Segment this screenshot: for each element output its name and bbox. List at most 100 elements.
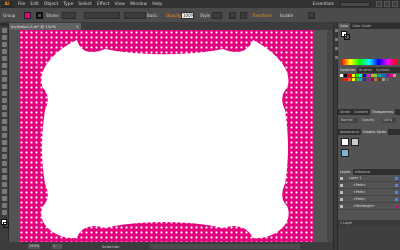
visibility-eye-icon[interactable] (340, 183, 343, 187)
artboard-tool-icon[interactable] (2, 189, 7, 194)
close-icon[interactable]: × (76, 23, 79, 30)
invitation-frame[interactable] (19, 30, 314, 242)
line-tool-icon[interactable] (2, 63, 7, 68)
swatch-chip[interactable] (385, 78, 389, 82)
brush-dropdown[interactable] (124, 12, 146, 19)
swatch-chip[interactable] (351, 78, 355, 82)
transform-link[interactable]: Transform (252, 12, 272, 19)
document-setup-button[interactable] (229, 12, 236, 19)
slice-tool-icon[interactable] (2, 196, 7, 201)
layer-row[interactable]: <Path> (338, 182, 400, 189)
pencil-tool-icon[interactable] (2, 84, 7, 89)
mesh-tool-icon[interactable] (2, 147, 7, 152)
swatch-chip[interactable] (355, 78, 359, 82)
symbol-sprayer-tool-icon[interactable] (2, 175, 7, 180)
swatch-chip[interactable] (359, 74, 363, 78)
width-tool-icon[interactable] (2, 119, 7, 124)
swatch-chip[interactable] (370, 74, 374, 78)
swatch-chip[interactable] (370, 78, 374, 82)
type-tool-icon[interactable] (2, 56, 7, 61)
swatch-chip[interactable] (355, 74, 359, 78)
horizontal-scrollbar[interactable] (149, 243, 300, 249)
minimize-button[interactable] (376, 1, 382, 7)
gradient-tool-icon[interactable] (2, 154, 7, 159)
blend-tool-icon[interactable] (2, 168, 7, 173)
menu-object[interactable]: Object (44, 2, 58, 7)
eyedropper-tool-icon[interactable] (2, 161, 7, 166)
menu-window[interactable]: Window (130, 2, 147, 7)
swatch-chip[interactable] (366, 74, 370, 78)
hand-tool-icon[interactable] (2, 203, 7, 208)
isolate-group-button[interactable]: Isolate (280, 12, 293, 19)
align-button[interactable] (240, 12, 247, 19)
rectangle-tool-icon[interactable] (2, 70, 7, 75)
variable-width-dropdown[interactable] (84, 12, 120, 19)
visibility-eye-icon[interactable] (340, 204, 343, 208)
swatch-chip[interactable] (347, 78, 351, 82)
free-transform-tool-icon[interactable] (2, 126, 7, 131)
perspective-grid-tool-icon[interactable] (2, 140, 7, 145)
layer-row[interactable]: <Path> (338, 196, 400, 203)
menu-view[interactable]: View (114, 2, 124, 7)
layer-row[interactable]: <Path> (338, 189, 400, 196)
stroke-weight-dropdown[interactable] (62, 12, 76, 19)
swatch-chip[interactable] (347, 74, 351, 78)
swatch-chip[interactable] (374, 78, 378, 82)
search-input[interactable] (340, 1, 370, 7)
magic-wand-tool-icon[interactable] (2, 42, 7, 47)
swatch-chip[interactable] (389, 74, 393, 78)
swatch-chip[interactable] (363, 74, 367, 78)
opacity-label[interactable]: Opacity (166, 12, 181, 19)
swatch-chip[interactable] (374, 74, 378, 78)
fill-swatch[interactable] (24, 12, 31, 19)
menu-file[interactable]: File (18, 2, 25, 7)
swatch-chip[interactable] (378, 74, 382, 78)
scale-tool-icon[interactable] (2, 112, 7, 117)
zoom-level-field[interactable]: 150% (28, 243, 40, 249)
control-bar-menu-button[interactable] (308, 12, 315, 19)
menu-help[interactable]: Help (152, 2, 162, 7)
workspace-switcher[interactable]: Essentials (312, 2, 334, 7)
layer-row[interactable]: Layer 1 (338, 175, 400, 182)
blend-mode-dropdown[interactable]: Normal (340, 118, 358, 123)
blob-brush-tool-icon[interactable] (2, 91, 7, 96)
maximize-button[interactable] (384, 1, 390, 7)
menu-select[interactable]: Select (78, 2, 92, 7)
swatch-chip[interactable] (344, 74, 348, 78)
style-dropdown[interactable] (212, 12, 222, 19)
swatch-chip[interactable] (351, 74, 355, 78)
visibility-eye-icon[interactable] (340, 197, 343, 201)
selection-tool-icon[interactable] (2, 28, 7, 33)
swatch-chip[interactable] (393, 74, 397, 78)
direct-selection-tool-icon[interactable] (2, 35, 7, 40)
artboard[interactable] (19, 30, 314, 242)
canvas-area[interactable] (9, 30, 333, 242)
visibility-eye-icon[interactable] (340, 176, 343, 180)
current-tool-status[interactable]: Selection (102, 244, 120, 249)
swatch-chip[interactable] (366, 78, 370, 82)
swatch-chip[interactable] (381, 78, 385, 82)
swatch-chip[interactable] (385, 74, 389, 78)
layer-row[interactable]: <Rectangle> (338, 203, 400, 210)
swatch-chip[interactable] (363, 78, 367, 82)
graphic-style-2[interactable] (351, 138, 359, 146)
swatch-chip[interactable] (344, 78, 348, 82)
swatch-chip[interactable] (378, 78, 382, 82)
zoom-tool-icon[interactable] (2, 210, 7, 215)
opacity-field[interactable]: 100% (181, 12, 194, 19)
color-panel-stroke-swatch[interactable] (344, 34, 350, 40)
stroke-swatch[interactable] (36, 12, 43, 19)
tools-panel-grip[interactable] (0, 23, 9, 26)
close-window-button[interactable] (392, 1, 398, 7)
menu-effect[interactable]: Effect (97, 2, 110, 7)
menu-edit[interactable]: Edit (30, 2, 39, 7)
document-tab[interactable]: Invitation-5.ai* @ 150% (CMYK/Preview) × (9, 23, 81, 36)
menu-type[interactable]: Type (63, 2, 73, 7)
default-graphic-style[interactable] (341, 138, 349, 146)
pen-tool-icon[interactable] (2, 49, 7, 54)
swatch-chip[interactable] (381, 74, 385, 78)
swatch-chip[interactable] (359, 78, 363, 82)
shape-builder-tool-icon[interactable] (2, 133, 7, 138)
swatch-chip[interactable] (340, 78, 344, 82)
color-spectrum-bar[interactable] (341, 59, 397, 65)
